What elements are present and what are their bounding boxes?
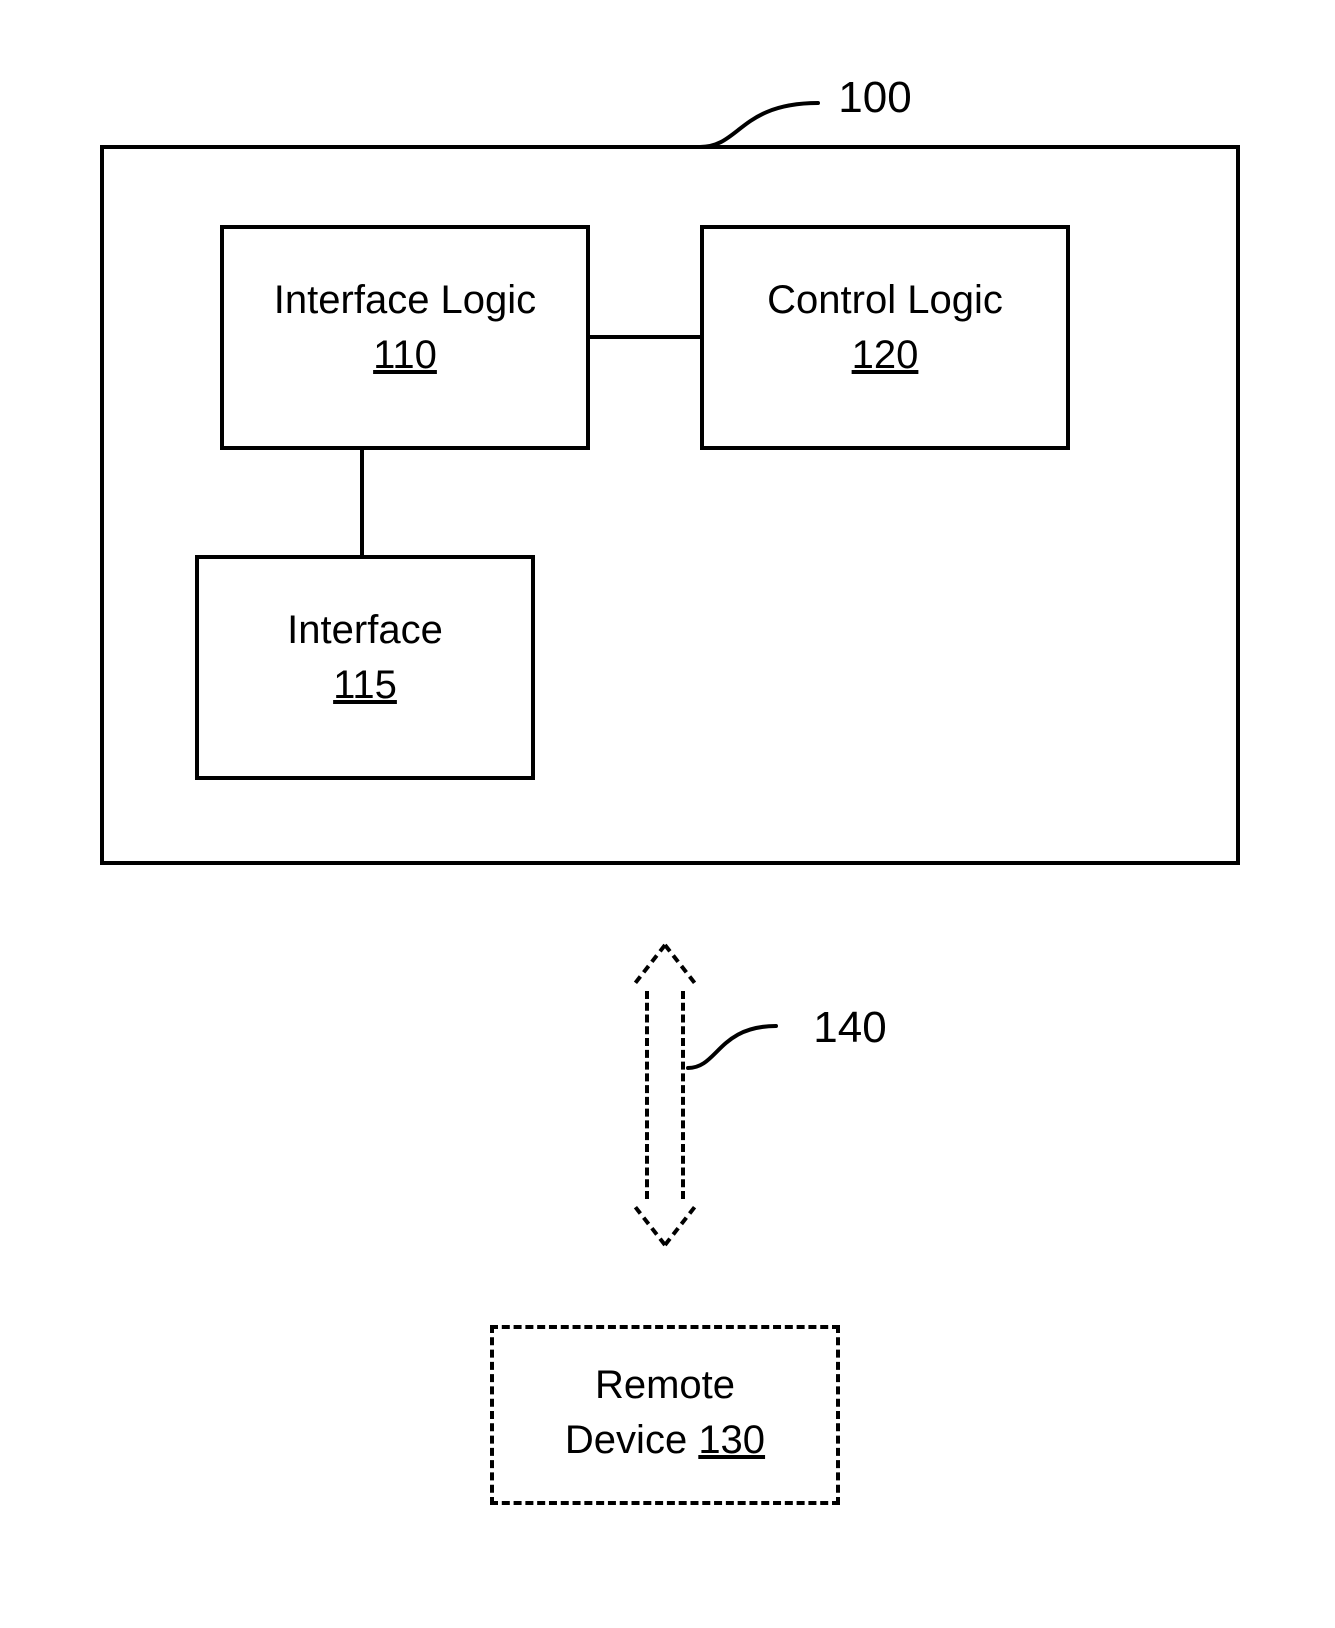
arrow-callout-icon xyxy=(688,1020,778,1075)
interface-title: Interface xyxy=(195,605,535,655)
bidirectional-arrow-icon xyxy=(610,945,720,1245)
interface-ref: 115 xyxy=(195,660,535,710)
interface-logic-ref: 110 xyxy=(220,330,590,380)
control-logic-ref: 120 xyxy=(700,330,1070,380)
remote-device-prefix: Device xyxy=(565,1418,698,1462)
control-logic-title: Control Logic xyxy=(700,275,1070,325)
connector-il-interface xyxy=(360,450,364,555)
diagram-canvas: 100 Interface Logic 110 Control Logic 12… xyxy=(0,0,1335,1628)
interface-logic-title: Interface Logic xyxy=(220,275,590,325)
connector-il-cl xyxy=(590,335,700,339)
remote-device-line2: Device 130 xyxy=(490,1415,840,1465)
outer-box-ref-label: 100 xyxy=(815,70,935,125)
remote-device-ref: 130 xyxy=(698,1418,765,1462)
remote-device-line1: Remote xyxy=(490,1360,840,1410)
arrow-ref-label: 140 xyxy=(790,1000,910,1055)
